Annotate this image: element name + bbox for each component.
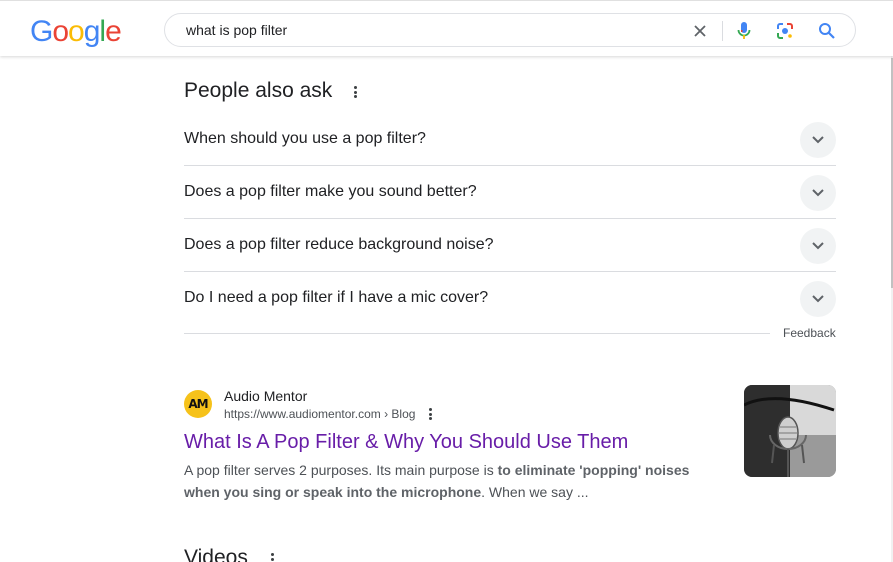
logo-letter: o: [52, 15, 69, 48]
header: Google what is pop filter: [0, 0, 893, 56]
paa-question-text: Does a pop filter make you sound better?: [184, 183, 477, 200]
clear-icon[interactable]: [689, 20, 711, 42]
logo-letter: e: [105, 15, 122, 48]
paa-heading: People also ask: [184, 79, 333, 102]
result-options-icon[interactable]: [426, 408, 434, 420]
search-input[interactable]: what is pop filter: [186, 22, 287, 38]
top-divider: [0, 0, 893, 1]
search-icon[interactable]: [816, 20, 838, 42]
feedback-link[interactable]: Feedback: [783, 326, 836, 340]
site-name[interactable]: Audio Mentor: [224, 388, 307, 404]
feedback-divider: [184, 333, 770, 334]
chevron-down-icon[interactable]: [800, 281, 836, 317]
videos-heading: Videos: [184, 546, 248, 562]
paa-question[interactable]: When should you use a pop filter?: [184, 113, 836, 166]
logo-letter: G: [30, 15, 53, 48]
search-bar: what is pop filter: [164, 13, 856, 47]
chevron-down-icon[interactable]: [800, 228, 836, 264]
google-logo[interactable]: Google: [30, 14, 122, 50]
paa-question[interactable]: Do I need a pop filter if I have a mic c…: [184, 272, 836, 325]
paa-question-text: When should you use a pop filter?: [184, 130, 426, 147]
chevron-down-icon[interactable]: [800, 122, 836, 158]
lens-icon[interactable]: [774, 20, 796, 42]
more-options-icon[interactable]: [351, 86, 359, 98]
site-url[interactable]: https://www.audiomentor.com › Blog: [224, 407, 415, 421]
site-favicon[interactable]: AM: [184, 390, 212, 418]
microphone-icon[interactable]: [733, 20, 755, 42]
paa-question-text: Does a pop filter reduce background nois…: [184, 236, 494, 253]
result-snippet: A pop filter serves 2 purposes. Its main…: [184, 459, 724, 503]
logo-letter: o: [68, 15, 85, 48]
result-title-link[interactable]: What Is A Pop Filter & Why You Should Us…: [184, 431, 628, 454]
snippet-text: A pop filter serves 2 purposes. Its main…: [184, 462, 498, 478]
paa-list: When should you use a pop filter? Does a…: [184, 113, 836, 325]
paa-question-text: Do I need a pop filter if I have a mic c…: [184, 289, 489, 306]
result-thumbnail[interactable]: [744, 385, 836, 477]
snippet-text: . When we say ...: [481, 484, 589, 500]
chevron-down-icon[interactable]: [800, 175, 836, 211]
logo-letter: g: [83, 15, 101, 48]
search-divider: [722, 21, 723, 41]
paa-question[interactable]: Does a pop filter make you sound better?: [184, 166, 836, 219]
paa-question[interactable]: Does a pop filter reduce background nois…: [184, 219, 836, 272]
videos-options-icon[interactable]: [268, 553, 276, 562]
search-results-page: Google what is pop filter People also as…: [0, 0, 893, 562]
